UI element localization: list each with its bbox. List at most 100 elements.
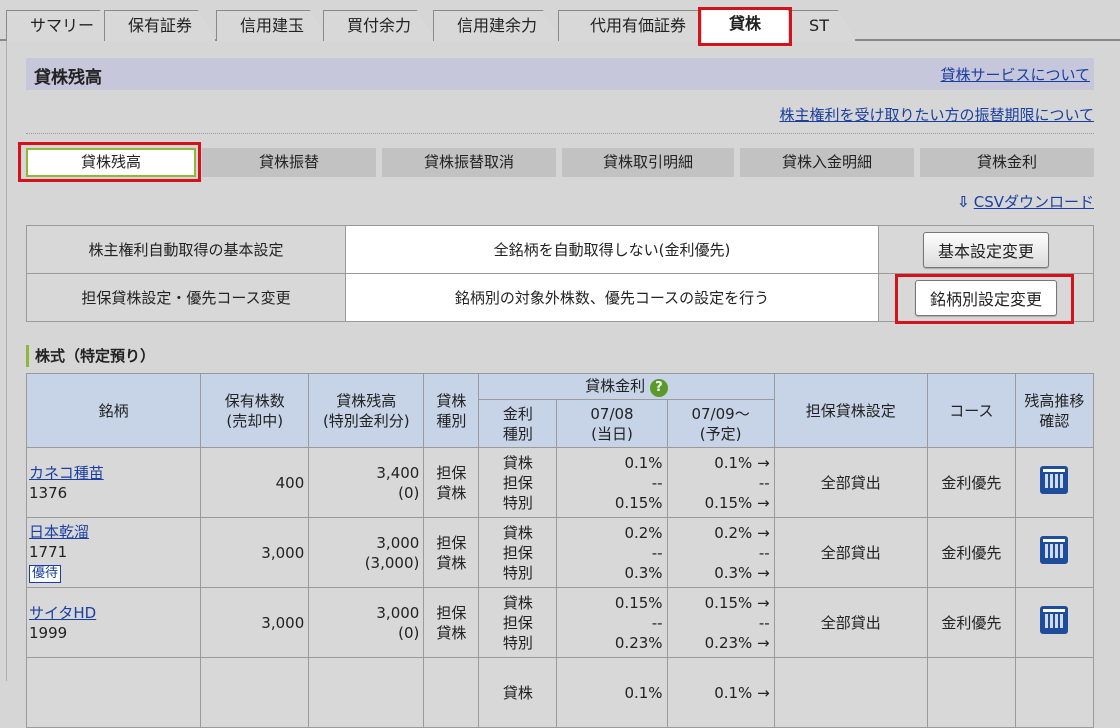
header-sub: 種別: [502, 424, 533, 443]
stock-code: 1999: [29, 623, 68, 642]
csv-download-link[interactable]: ⇩ CSVダウンロード: [957, 191, 1094, 212]
rate-type-line: 貸株: [502, 593, 533, 612]
header-text: 07/08: [590, 404, 634, 423]
highlight-box: [698, 7, 792, 46]
subtab-label: 貸株振替取消: [423, 153, 514, 171]
cell-collateral: 全部貸出: [773, 517, 928, 588]
rate-value: 0.2% →: [714, 523, 770, 542]
rate-value: 0.2%: [624, 523, 663, 542]
transfer-deadline-link[interactable]: 株主権利を受け取りたい方の振替期限について: [779, 104, 1094, 125]
header-sub: 確認: [1039, 411, 1070, 430]
stock-name-link[interactable]: カネコ種苗: [29, 464, 104, 482]
settings-label: 株主権利自動取得の基本設定: [26, 225, 346, 274]
table-row: カネコ種苗 1376 400 3,400 (0) 担保 貸株 貸株 担保 特別 0.1% -- 0.15…: [25, 447, 1095, 518]
col-rate-type: 金利 種別: [478, 399, 558, 448]
col-rate-group: 貸株金利 ?: [478, 373, 775, 400]
cell-held: 400: [200, 447, 310, 518]
cell-held: 3,000: [200, 517, 310, 588]
calendar-icon[interactable]: [1040, 606, 1069, 634]
type-line: 貸株: [436, 483, 467, 502]
rate-value: --: [758, 473, 770, 492]
basic-settings-button[interactable]: 基本設定変更: [922, 231, 1049, 268]
rate-value: 0.1% →: [714, 683, 770, 702]
cell-rate-planned: 0.1% → -- 0.15% →: [666, 447, 775, 518]
tab-collateral-securities[interactable]: 代用有価証券: [558, 10, 718, 41]
cell-type: 担保 貸株: [423, 447, 480, 518]
cell-held: [200, 657, 310, 728]
balance-value: 3,000: [376, 533, 420, 552]
table-body: カネコ種苗 1376 400 3,400 (0) 担保 貸株 貸株 担保 特別 0.1% -- 0.15…: [25, 447, 1095, 728]
cell-collateral: 全部貸出: [773, 447, 928, 518]
subtab-deposit-detail[interactable]: 貸株入金明細: [740, 148, 914, 177]
col-date-planned: 07/09～ (予定): [666, 399, 775, 448]
rate-value: 0.3% →: [714, 563, 770, 582]
tab-margin-power[interactable]: 信用建余力: [433, 10, 561, 41]
header-text: 貸株残高: [336, 391, 397, 410]
cell-rate-today: 0.15% -- 0.23%: [556, 587, 668, 658]
cell-rate-today: 0.2% -- 0.3%: [556, 517, 668, 588]
subtab-transfer[interactable]: 貸株振替: [202, 148, 376, 177]
subtab-transaction-detail[interactable]: 貸株取引明細: [562, 148, 734, 177]
tab-margin-positions[interactable]: 信用建玉: [216, 10, 328, 41]
calendar-icon[interactable]: [1040, 536, 1069, 564]
col-course: コース: [926, 373, 1016, 448]
col-balance: 貸株残高 (特別金利分): [308, 373, 425, 448]
tab-label: 保有証券: [127, 16, 192, 35]
tab-label: ST: [809, 16, 829, 35]
tab-summary[interactable]: サマリー: [6, 10, 118, 41]
table-row: 貸株 0.1% 0.1% →: [25, 657, 1095, 728]
col-type: 貸株 種別: [423, 373, 480, 448]
cell-collateral: [773, 657, 928, 728]
rate-value: --: [651, 473, 663, 492]
header-text: 保有株数: [224, 391, 285, 410]
calendar-icon[interactable]: [1040, 466, 1069, 494]
cell-stock: [25, 657, 202, 728]
stock-code: 1376: [29, 483, 68, 502]
balance-special: (3,000): [364, 553, 420, 572]
col-trend: 残高推移 確認: [1014, 373, 1095, 448]
tab-buying-power[interactable]: 買付余力: [323, 10, 435, 41]
balance-value: 3,000: [376, 603, 420, 622]
rate-value: 0.1% →: [714, 453, 770, 472]
divider: [26, 133, 1094, 134]
benefit-badge[interactable]: 優待: [29, 565, 62, 583]
cell-course: 金利優先: [926, 517, 1016, 588]
stock-name-link[interactable]: 日本乾溜: [29, 523, 89, 541]
rate-value: 0.15% →: [704, 593, 770, 612]
header-sub: (当日): [591, 424, 633, 443]
tab-st[interactable]: ST: [782, 10, 856, 41]
service-info-link[interactable]: 貸株サービスについて: [940, 64, 1090, 85]
section-header: 貸株残高 貸株サービスについて: [26, 58, 1094, 90]
header-sub: (予定): [699, 424, 742, 443]
cell-rate-type: 貸株 担保 特別: [478, 587, 558, 658]
col-date-today: 07/08 (当日): [556, 399, 668, 448]
cell-stock: サイタHD 1999: [25, 587, 202, 658]
help-icon[interactable]: ?: [649, 379, 668, 397]
table-row: 日本乾溜 1771 優待 3,000 3,000 (3,000) 担保 貸株 貸株 担保 特別 0.2…: [25, 517, 1095, 588]
cell-rate-today: 0.1%: [556, 657, 668, 728]
subtab-interest[interactable]: 貸株金利: [920, 148, 1094, 177]
tab-holdings[interactable]: 保有証券: [104, 10, 216, 41]
tab-label: 信用建玉: [239, 16, 304, 35]
settings-action-cell: 基本設定変更: [878, 225, 1094, 274]
rate-type-line: 担保: [502, 473, 533, 492]
subtab-transfer-cancel[interactable]: 貸株振替取消: [382, 148, 556, 177]
rate-type-line: 貸株: [502, 453, 533, 472]
stock-name-link[interactable]: サイタHD: [29, 604, 96, 622]
header-text: 残高推移: [1024, 391, 1085, 410]
cell-type: 担保 貸株: [423, 517, 480, 588]
table-header-row: 銘柄 保有株数 (売却中) 貸株残高 (特別金利分) 貸株 種別 貸株金利 ? 担保貸…: [25, 373, 1095, 448]
cell-type: 担保 貸株: [423, 587, 480, 658]
rate-value: --: [758, 543, 770, 562]
cell-course: 金利優先: [926, 587, 1016, 658]
settings-value: 全銘柄を自動取得しない(金利優先): [345, 225, 879, 274]
col-name: 銘柄: [25, 373, 202, 448]
highlight-box: [895, 274, 1074, 324]
rate-value: 0.23%: [614, 633, 663, 652]
cell-course: [926, 657, 1016, 728]
subtab-label: 貸株金利: [976, 153, 1037, 171]
header-sub: (売却中): [226, 411, 284, 430]
balance-value: 3,400: [376, 463, 420, 482]
cell-balance: [308, 657, 425, 728]
cell-rate-type: 貸株: [478, 657, 558, 728]
